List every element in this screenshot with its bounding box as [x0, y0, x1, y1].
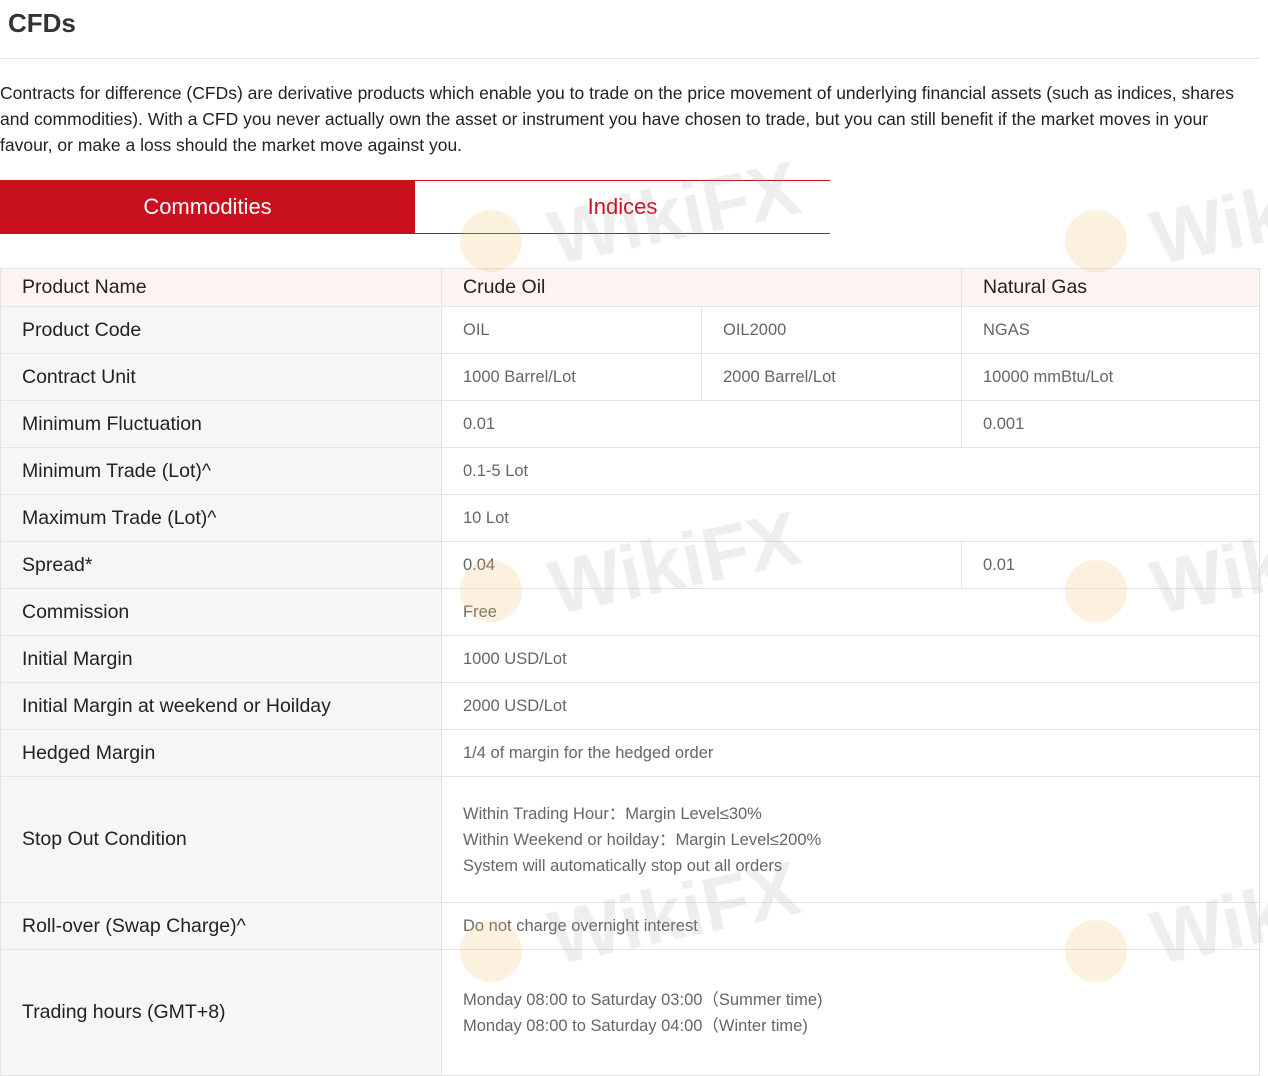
row-label: Trading hours (GMT+8) [0, 949, 442, 1076]
intro-paragraph: Contracts for difference (CFDs) are deri… [0, 83, 1235, 155]
table-row: Initial Margin at weekend or Hoilday 200… [0, 682, 1260, 730]
row-label: Product Name [0, 268, 442, 307]
row-label: Minimum Fluctuation [0, 400, 442, 448]
table-cell: 2000 USD/Lot [441, 682, 1260, 730]
row-label: Commission [0, 588, 442, 636]
page-title: CFDs [8, 8, 76, 38]
table-row: Trading hours (GMT+8) Monday 08:00 to Sa… [0, 949, 1260, 1076]
table-cell: OIL [441, 306, 702, 354]
table-cell: 10 Lot [441, 494, 1260, 542]
cell-line: Monday 08:00 to Saturday 03:00（Summer ti… [463, 990, 823, 1009]
table-cell: 1000 Barrel/Lot [441, 353, 702, 401]
watermark-logo-icon [1065, 210, 1127, 272]
title-divider [0, 58, 1260, 59]
cell-line: Within Trading Hour：Margin Level≤30% [463, 804, 762, 823]
row-label: Spread* [0, 541, 442, 589]
row-label: Product Code [0, 306, 442, 354]
table-row: Product Code OIL OIL2000 NGAS [0, 306, 1260, 354]
header-crude-oil: Crude Oil [441, 268, 962, 307]
table-cell: OIL2000 [701, 306, 962, 354]
product-tabs: Commodities Indices [0, 180, 830, 234]
table-cell: Monday 08:00 to Saturday 03:00（Summer ti… [441, 949, 1260, 1076]
row-label: Stop Out Condition [0, 776, 442, 903]
header-natural-gas: Natural Gas [961, 268, 1260, 307]
table-cell: 0.01 [961, 541, 1260, 589]
table-row: Commission Free [0, 588, 1260, 636]
table-row: Minimum Trade (Lot)^ 0.1-5 Lot [0, 447, 1260, 495]
row-label: Maximum Trade (Lot)^ [0, 494, 442, 542]
table-cell: 1/4 of margin for the hedged order [441, 729, 1260, 777]
row-label: Hedged Margin [0, 729, 442, 777]
table-cell: 0.04 [441, 541, 962, 589]
table-cell: Within Trading Hour：Margin Level≤30% Wit… [441, 776, 1260, 903]
table-row: Hedged Margin 1/4 of margin for the hedg… [0, 729, 1260, 777]
row-label: Contract Unit [0, 353, 442, 401]
cell-line: Within Weekend or hoilday：Margin Level≤2… [463, 830, 822, 849]
table-cell: NGAS [961, 306, 1260, 354]
tab-indices[interactable]: Indices [415, 180, 830, 234]
table-row: Roll-over (Swap Charge)^ Do not charge o… [0, 902, 1260, 950]
table-cell: Do not charge overnight interest [441, 902, 1260, 950]
table-row: Stop Out Condition Within Trading Hour：M… [0, 776, 1260, 903]
table-row: Initial Margin 1000 USD/Lot [0, 635, 1260, 683]
cell-line: System will automatically stop out all o… [463, 856, 783, 875]
tab-commodities[interactable]: Commodities [0, 180, 415, 234]
cfd-spec-table: Product Name Crude Oil Natural Gas Produ… [0, 268, 1260, 1076]
watermark-text: WikiFX [1143, 145, 1268, 282]
table-row: Spread* 0.04 0.01 [0, 541, 1260, 589]
table-cell: 0.01 [441, 400, 962, 448]
row-label: Minimum Trade (Lot)^ [0, 447, 442, 495]
table-cell: 0.001 [961, 400, 1260, 448]
row-label: Initial Margin at weekend or Hoilday [0, 682, 442, 730]
table-cell: 2000 Barrel/Lot [701, 353, 962, 401]
table-cell: 10000 mmBtu/Lot [961, 353, 1260, 401]
cell-line: Monday 08:00 to Saturday 04:00（Winter ti… [463, 1016, 808, 1035]
table-cell: 1000 USD/Lot [441, 635, 1260, 683]
table-cell: Free [441, 588, 1260, 636]
table-row: Maximum Trade (Lot)^ 10 Lot [0, 494, 1260, 542]
table-row: Contract Unit 1000 Barrel/Lot 2000 Barre… [0, 353, 1260, 401]
table-cell: 0.1-5 Lot [441, 447, 1260, 495]
table-row: Minimum Fluctuation 0.01 0.001 [0, 400, 1260, 448]
row-label: Roll-over (Swap Charge)^ [0, 902, 442, 950]
row-label: Initial Margin [0, 635, 442, 683]
table-row: Product Name Crude Oil Natural Gas [0, 268, 1260, 307]
